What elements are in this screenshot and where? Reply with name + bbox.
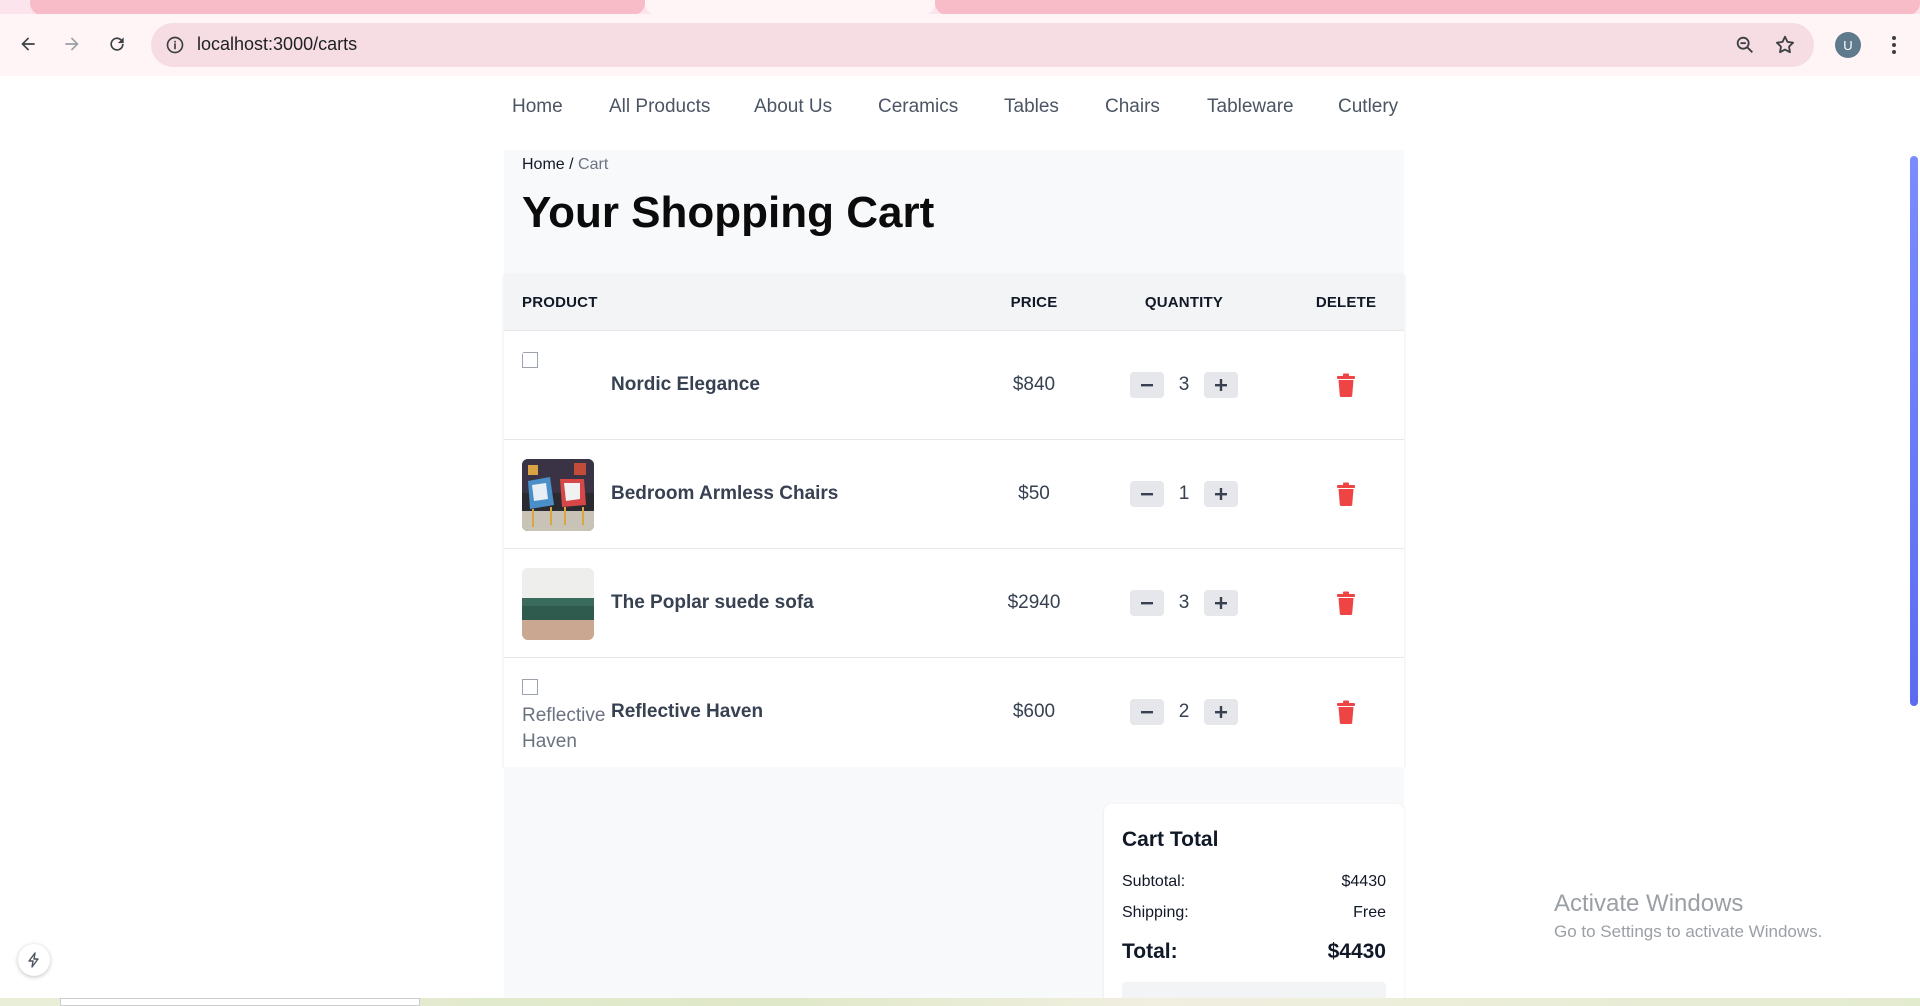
- decrease-quantity-button[interactable]: [1130, 372, 1164, 398]
- subtotal-row: Subtotal: $4430: [1122, 873, 1386, 891]
- nav-tables[interactable]: Tables: [1004, 96, 1059, 118]
- trash-icon[interactable]: [1335, 373, 1357, 397]
- nav-about-us[interactable]: About Us: [754, 96, 832, 118]
- table-row: The Poplar suede sofa $2940 3: [504, 548, 1404, 657]
- nav-cutlery[interactable]: Cutlery: [1338, 96, 1398, 118]
- quantity-value: 3: [1178, 592, 1190, 613]
- page-content: Home All Products About Us Ceramics Tabl…: [0, 76, 1920, 998]
- table-row: Nordic Elegance $840 3: [504, 330, 1404, 439]
- back-arrow-icon[interactable]: [14, 30, 42, 58]
- cart-total-card: Cart Total Subtotal: $4430 Shipping: Fre…: [1104, 804, 1404, 998]
- breadcrumb: Home / Cart: [522, 156, 608, 174]
- trash-icon[interactable]: [1335, 700, 1357, 724]
- increase-quantity-button[interactable]: [1204, 481, 1238, 507]
- increase-quantity-button[interactable]: [1204, 590, 1238, 616]
- product-image-broken: [522, 350, 594, 422]
- browser-tab[interactable]: [935, 0, 1920, 15]
- reload-icon[interactable]: [103, 30, 131, 58]
- nav-home[interactable]: Home: [512, 96, 563, 118]
- broken-image-icon: [522, 352, 538, 368]
- header-delete: DELETE: [1315, 294, 1377, 311]
- shipping-label: Shipping:: [1122, 904, 1189, 921]
- site-info-icon[interactable]: [165, 35, 185, 55]
- shipping-value: Free: [1353, 904, 1386, 921]
- header-product: PRODUCT: [522, 294, 598, 311]
- total-label: Total:: [1122, 940, 1178, 963]
- address-bar[interactable]: localhost:3000/carts: [151, 23, 1814, 67]
- product-image-chairs: [522, 459, 594, 531]
- total-value: $4430: [1327, 940, 1386, 963]
- browser-toolbar: localhost:3000/carts U: [0, 14, 1920, 76]
- subtotal-label: Subtotal:: [1122, 873, 1186, 890]
- shipping-row: Shipping: Free: [1122, 904, 1386, 922]
- nav-all-products[interactable]: All Products: [609, 96, 710, 118]
- os-taskbar: [0, 998, 1920, 1006]
- scrollbar-thumb[interactable]: [1910, 156, 1918, 706]
- browser-tab-active[interactable]: [645, 0, 935, 15]
- trash-icon[interactable]: [1335, 482, 1357, 506]
- browser-tab[interactable]: [30, 0, 645, 15]
- total-row: Total: $4430: [1122, 940, 1386, 964]
- increase-quantity-button[interactable]: [1204, 372, 1238, 398]
- cart-table: PRODUCT PRICE QUANTITY DELETE Nordic Ele…: [504, 274, 1404, 767]
- increase-quantity-button[interactable]: [1204, 699, 1238, 725]
- quantity-value: 2: [1178, 701, 1190, 722]
- url-text[interactable]: localhost:3000/carts: [197, 34, 357, 55]
- checkout-button[interactable]: [1122, 982, 1386, 998]
- subtotal-value: $4430: [1341, 873, 1387, 890]
- product-name[interactable]: Reflective Haven: [611, 701, 763, 723]
- breadcrumb-home[interactable]: Home: [522, 156, 565, 173]
- image-alt-text: Reflective Haven: [522, 705, 606, 752]
- product-price: $600: [1012, 701, 1056, 722]
- quantity-value: 1: [1178, 483, 1190, 504]
- bookmark-star-icon[interactable]: [1774, 34, 1796, 56]
- quantity-value: 3: [1178, 374, 1190, 395]
- watermark-subtitle: Go to Settings to activate Windows.: [1554, 922, 1823, 941]
- watermark-title: Activate Windows: [1554, 890, 1744, 917]
- windows-activation-watermark: Activate Windows Go to Settings to activ…: [1554, 890, 1822, 942]
- header-quantity: QUANTITY: [1144, 294, 1224, 311]
- product-price: $840: [1012, 374, 1056, 395]
- table-row: Reflective Haven Reflective Haven $600 2: [504, 657, 1404, 766]
- breadcrumb-separator: /: [569, 156, 574, 173]
- table-row: Bedroom Armless Chairs $50 1: [504, 439, 1404, 548]
- cart-total-title: Cart Total: [1122, 828, 1219, 851]
- header-price: PRICE: [1010, 294, 1058, 311]
- more-menu-icon[interactable]: [1882, 32, 1906, 58]
- product-name[interactable]: The Poplar suede sofa: [611, 592, 814, 614]
- product-name[interactable]: Nordic Elegance: [611, 374, 760, 396]
- breadcrumb-current: Cart: [578, 156, 609, 173]
- nav-ceramics[interactable]: Ceramics: [878, 96, 958, 118]
- decrease-quantity-button[interactable]: [1130, 590, 1164, 616]
- nav-tableware[interactable]: Tableware: [1207, 96, 1294, 118]
- page-title: Your Shopping Cart: [522, 188, 935, 237]
- nav-chairs[interactable]: Chairs: [1105, 96, 1160, 118]
- taskbar-window[interactable]: [60, 998, 420, 1006]
- zoom-icon[interactable]: [1734, 34, 1756, 56]
- product-image-broken: Reflective Haven: [522, 677, 605, 752]
- broken-image-icon: [522, 679, 538, 695]
- product-name[interactable]: Bedroom Armless Chairs: [611, 483, 838, 505]
- table-header: PRODUCT PRICE QUANTITY DELETE: [504, 274, 1404, 330]
- decrease-quantity-button[interactable]: [1130, 481, 1164, 507]
- product-image-sofa: [522, 568, 594, 640]
- product-price: $50: [1018, 483, 1050, 504]
- profile-avatar[interactable]: U: [1835, 32, 1861, 58]
- product-price: $2940: [1007, 592, 1061, 613]
- cart-header: Home / Cart Your Shopping Cart: [504, 150, 1404, 274]
- page-scrollbar[interactable]: [1908, 80, 1920, 998]
- decrease-quantity-button[interactable]: [1130, 699, 1164, 725]
- forward-arrow-icon[interactable]: [58, 30, 86, 58]
- dev-tools-bolt-icon[interactable]: [18, 944, 50, 976]
- trash-icon[interactable]: [1335, 591, 1357, 615]
